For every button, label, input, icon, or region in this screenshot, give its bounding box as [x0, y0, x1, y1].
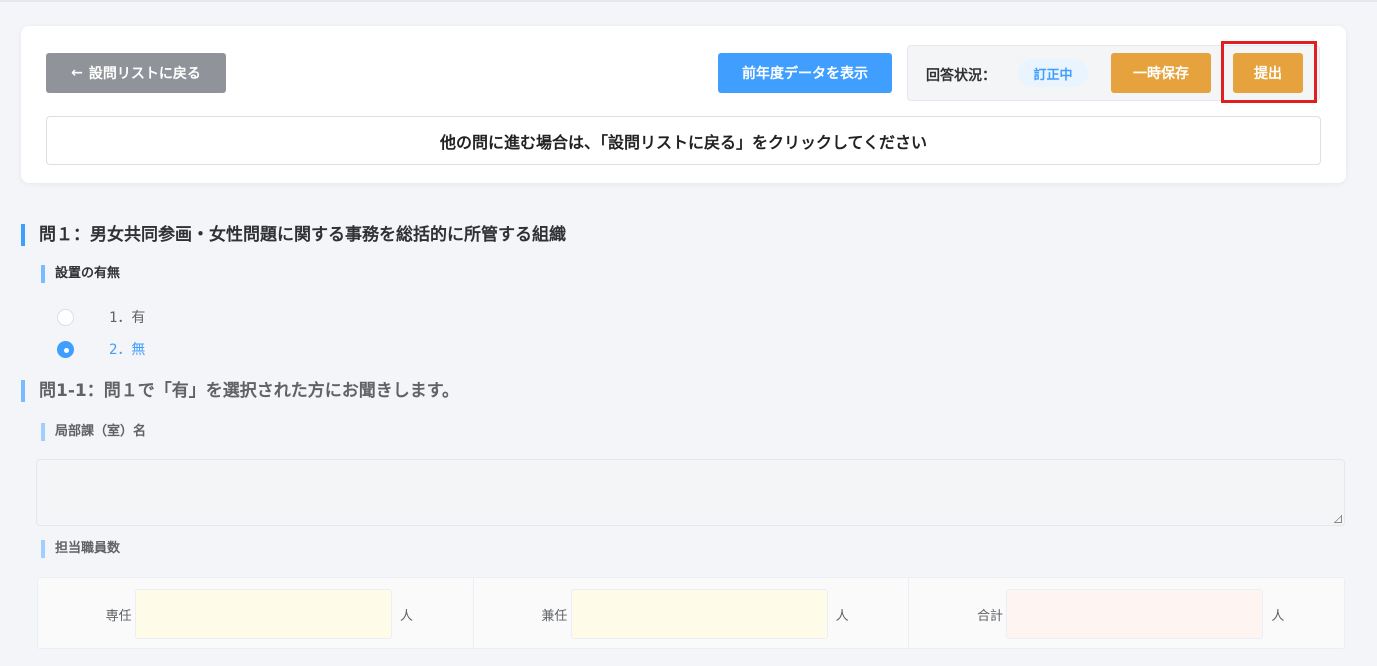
- department-name-textarea[interactable]: [36, 459, 1345, 526]
- back-button-label: 設問リストに戻る: [88, 66, 201, 82]
- concurrent-label: 兼任: [541, 609, 568, 624]
- total-label: 合計: [977, 609, 1004, 624]
- header-card: ← 設問リストに戻る 前年度データを表示 回答状況： 訂正中 一時保存 提出 他…: [21, 26, 1346, 183]
- save-label: 一時保存: [1133, 66, 1189, 82]
- question-1-1-title: 問1-1：問１で「有」を選択された方にお聞きします。: [21, 380, 459, 402]
- dedicated-label: 専任: [105, 609, 132, 624]
- concurrent-unit: 人: [835, 609, 849, 624]
- prev-year-label: 前年度データを表示: [742, 66, 868, 82]
- radio-option-yes[interactable]: 1．有: [57, 307, 145, 327]
- resize-grip-icon[interactable]: [1334, 515, 1342, 523]
- answer-status-panel: 回答状況： 訂正中 一時保存 提出: [907, 45, 1320, 101]
- department-name-label: 局部課（室）名: [41, 423, 146, 441]
- staff-count-table: 専任 人 兼任 人 合計 人: [37, 577, 1345, 649]
- submit-button[interactable]: 提出: [1233, 53, 1303, 93]
- radio-yes-circle[interactable]: [57, 308, 74, 326]
- concurrent-input[interactable]: [570, 589, 828, 639]
- top-divider: [0, 0, 1377, 2]
- dedicated-input[interactable]: [135, 589, 392, 639]
- radio-no-circle[interactable]: [57, 340, 74, 358]
- status-label: 回答状況：: [926, 68, 996, 84]
- show-previous-year-button[interactable]: 前年度データを表示: [718, 53, 892, 93]
- question-1-title: 問１：男女共同参画・女性問題に関する事務を総括的に所管する組織: [21, 224, 566, 246]
- question-1-subtitle: 設置の有無: [41, 265, 120, 283]
- total-unit: 人: [1271, 609, 1285, 624]
- staff-cell-concurrent: 兼任 人: [474, 578, 910, 648]
- notice-text: 他の問に進む場合は、「設問リストに戻る」をクリックしてください: [439, 132, 928, 152]
- staff-cell-total: 合計 人: [909, 578, 1344, 648]
- staff-count-label: 担当職員数: [41, 540, 120, 558]
- navigation-notice: 他の問に進む場合は、「設問リストに戻る」をクリックしてください: [46, 116, 1321, 165]
- temporary-save-button[interactable]: 一時保存: [1111, 53, 1211, 93]
- back-to-question-list-button[interactable]: ← 設問リストに戻る: [46, 53, 226, 93]
- dedicated-unit: 人: [400, 609, 414, 624]
- radio-option-no[interactable]: 2．無: [57, 339, 145, 359]
- radio-yes-label: 1．有: [109, 310, 146, 326]
- arrow-left-icon: ←: [71, 65, 83, 81]
- total-input[interactable]: [1006, 589, 1264, 639]
- radio-no-label: 2．無: [109, 342, 146, 358]
- staff-cell-dedicated: 専任 人: [38, 578, 474, 648]
- submit-label: 提出: [1254, 66, 1282, 82]
- status-badge: 訂正中: [1018, 59, 1088, 87]
